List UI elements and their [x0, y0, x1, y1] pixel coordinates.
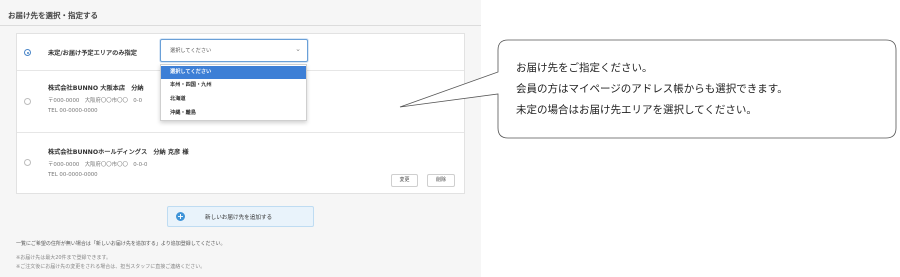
radio-holdings[interactable]: [24, 159, 31, 166]
address-company: 株式会社BUNNOホールディングス 分納 克彦 様: [48, 149, 189, 156]
undecided-label: 未定/お届け予定エリアのみ指定: [48, 50, 137, 57]
add-address-button[interactable]: + 新しいお届け先を追加する: [167, 206, 314, 227]
radio-undecided[interactable]: [24, 49, 31, 56]
dropdown-option[interactable]: 本州・四国・九州: [161, 79, 306, 92]
delivery-address-panel: お届け先を選択・指定する 未定/お届け予定エリアのみ指定 選択してください ⌄ …: [0, 0, 481, 277]
add-address-label: 新しいお届け先を追加する: [205, 215, 273, 221]
address-tel: TEL 00-0000-0000: [48, 108, 98, 114]
dropdown-option[interactable]: 沖縄・離島: [161, 107, 306, 120]
address-postal: 〒000-0000 大阪府〇〇市〇〇 0-0-0: [48, 162, 148, 168]
edit-address-button[interactable]: 変更: [391, 174, 418, 187]
section-title: お届け先を選択・指定する: [8, 11, 98, 20]
note-text: 一覧にご希望の住所が無い場合は「新しいお届け先を追加する」より追加登録してくださ…: [16, 241, 226, 247]
address-postal: 〒000-0000 大阪府〇〇市〇〇 0-0: [48, 98, 143, 104]
area-dropdown-menu: 選択してください 本州・四国・九州 北海道 沖縄・離島: [160, 64, 307, 121]
note-text: ※お届け先は最大20件まで登録できます。: [16, 255, 112, 261]
note-text: ※ご注文後にお届け先の変更をされる場合は、担当スタッフに直接ご連絡ください。: [16, 264, 206, 270]
area-select-value: 選択してください: [170, 48, 212, 54]
dropdown-option[interactable]: 選択してください: [161, 66, 306, 79]
chevron-down-icon: ⌄: [295, 45, 301, 53]
dropdown-option[interactable]: 北海道: [161, 93, 306, 106]
address-option-holdings[interactable]: 株式会社BUNNOホールディングス 分納 克彦 様 〒000-0000 大阪府〇…: [17, 133, 464, 195]
area-select[interactable]: 選択してください ⌄: [160, 39, 308, 62]
delete-address-button[interactable]: 削除: [427, 174, 455, 187]
callout-line: 会員の方はマイページのアドレス帳からも選択できます。: [516, 83, 788, 95]
plus-circle-icon: +: [176, 212, 185, 221]
radio-osaka[interactable]: [24, 98, 31, 105]
address-company: 株式会社BUNNO 大阪本店 分納: [48, 85, 144, 92]
title-divider: [0, 25, 481, 26]
address-tel: TEL 00-0000-0000: [48, 172, 98, 178]
callout-line: お届け先をご指定ください。: [516, 62, 653, 74]
callout-line: 未定の場合はお届け先エリアを選択してください。: [516, 104, 757, 116]
